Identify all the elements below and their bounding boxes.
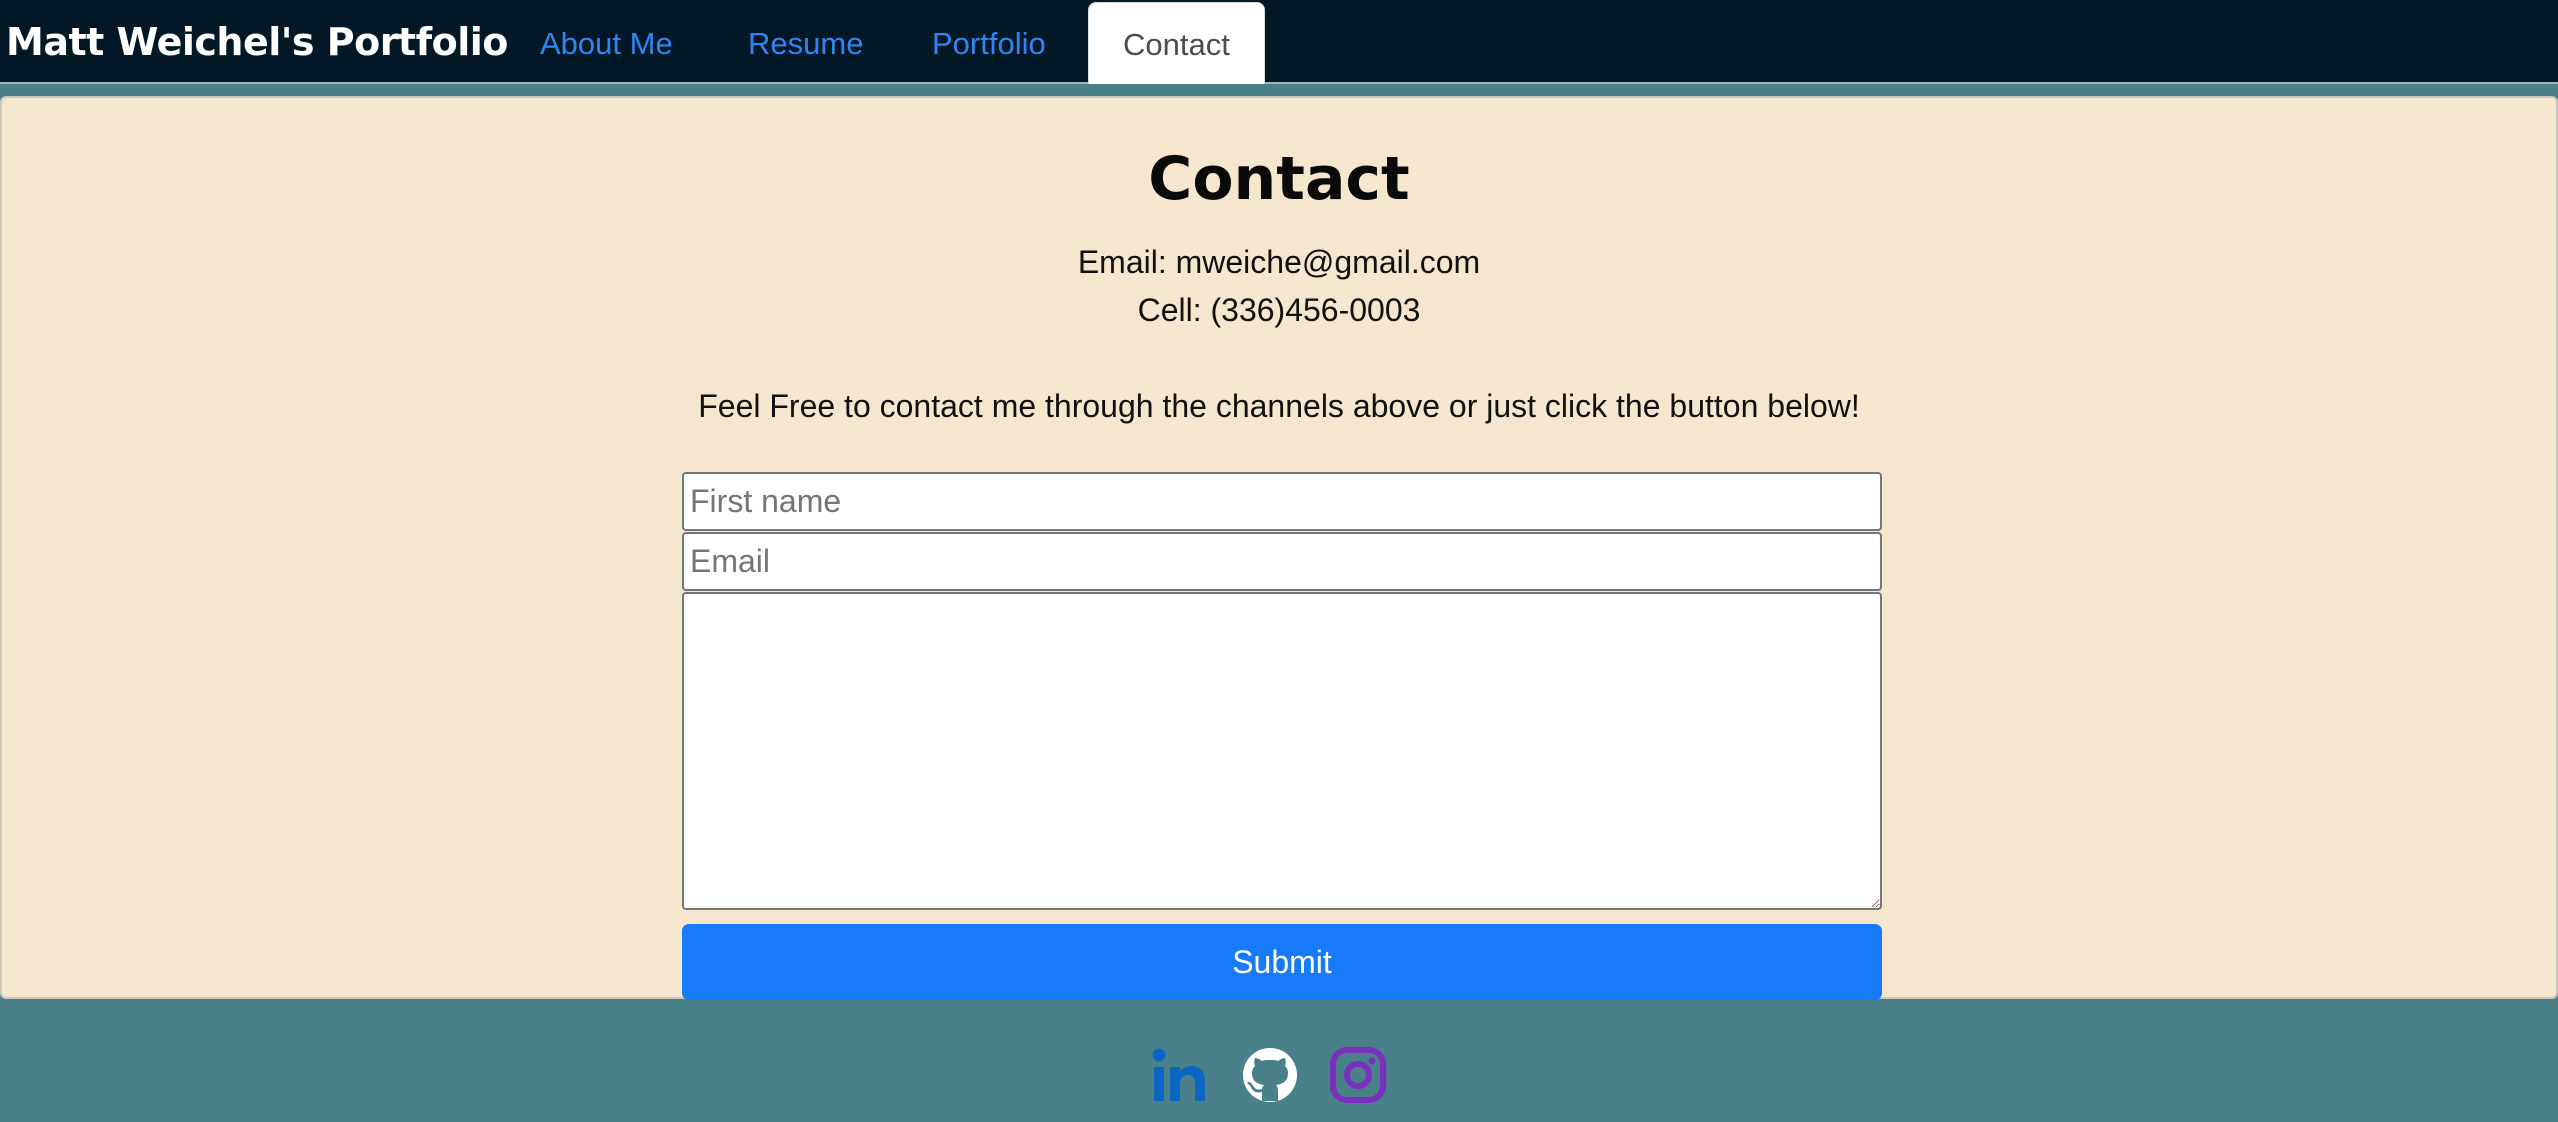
nav-link-contact[interactable]: Contact: [1088, 2, 1265, 84]
navbar: Matt Weichel's Portfolio About Me Resume…: [0, 0, 2558, 84]
email-info: Email: mweiche@gmail.com: [1077, 244, 1481, 280]
github-icon[interactable]: [1240, 1045, 1300, 1105]
cell-info: Cell: (336)456-0003: [1137, 292, 1421, 328]
instagram-icon[interactable]: [1328, 1045, 1388, 1105]
brand-title[interactable]: Matt Weichel's Portfolio: [6, 16, 508, 68]
linkedin-icon[interactable]: [1150, 1045, 1210, 1105]
page-title: Contact: [1148, 144, 1410, 214]
contact-message: Feel Free to contact me through the chan…: [698, 388, 1860, 424]
email-input[interactable]: [682, 532, 1882, 591]
submit-button[interactable]: Submit: [682, 924, 1882, 1000]
social-links: [0, 1045, 2558, 1105]
nav-link-portfolio[interactable]: Portfolio: [932, 0, 1046, 84]
contact-card: Contact Email: mweiche@gmail.com Cell: (…: [0, 96, 2558, 1000]
nav-link-resume[interactable]: Resume: [748, 0, 863, 84]
first-name-input[interactable]: [682, 472, 1882, 531]
nav-link-about-me[interactable]: About Me: [540, 0, 673, 84]
message-textarea[interactable]: [682, 592, 1882, 910]
